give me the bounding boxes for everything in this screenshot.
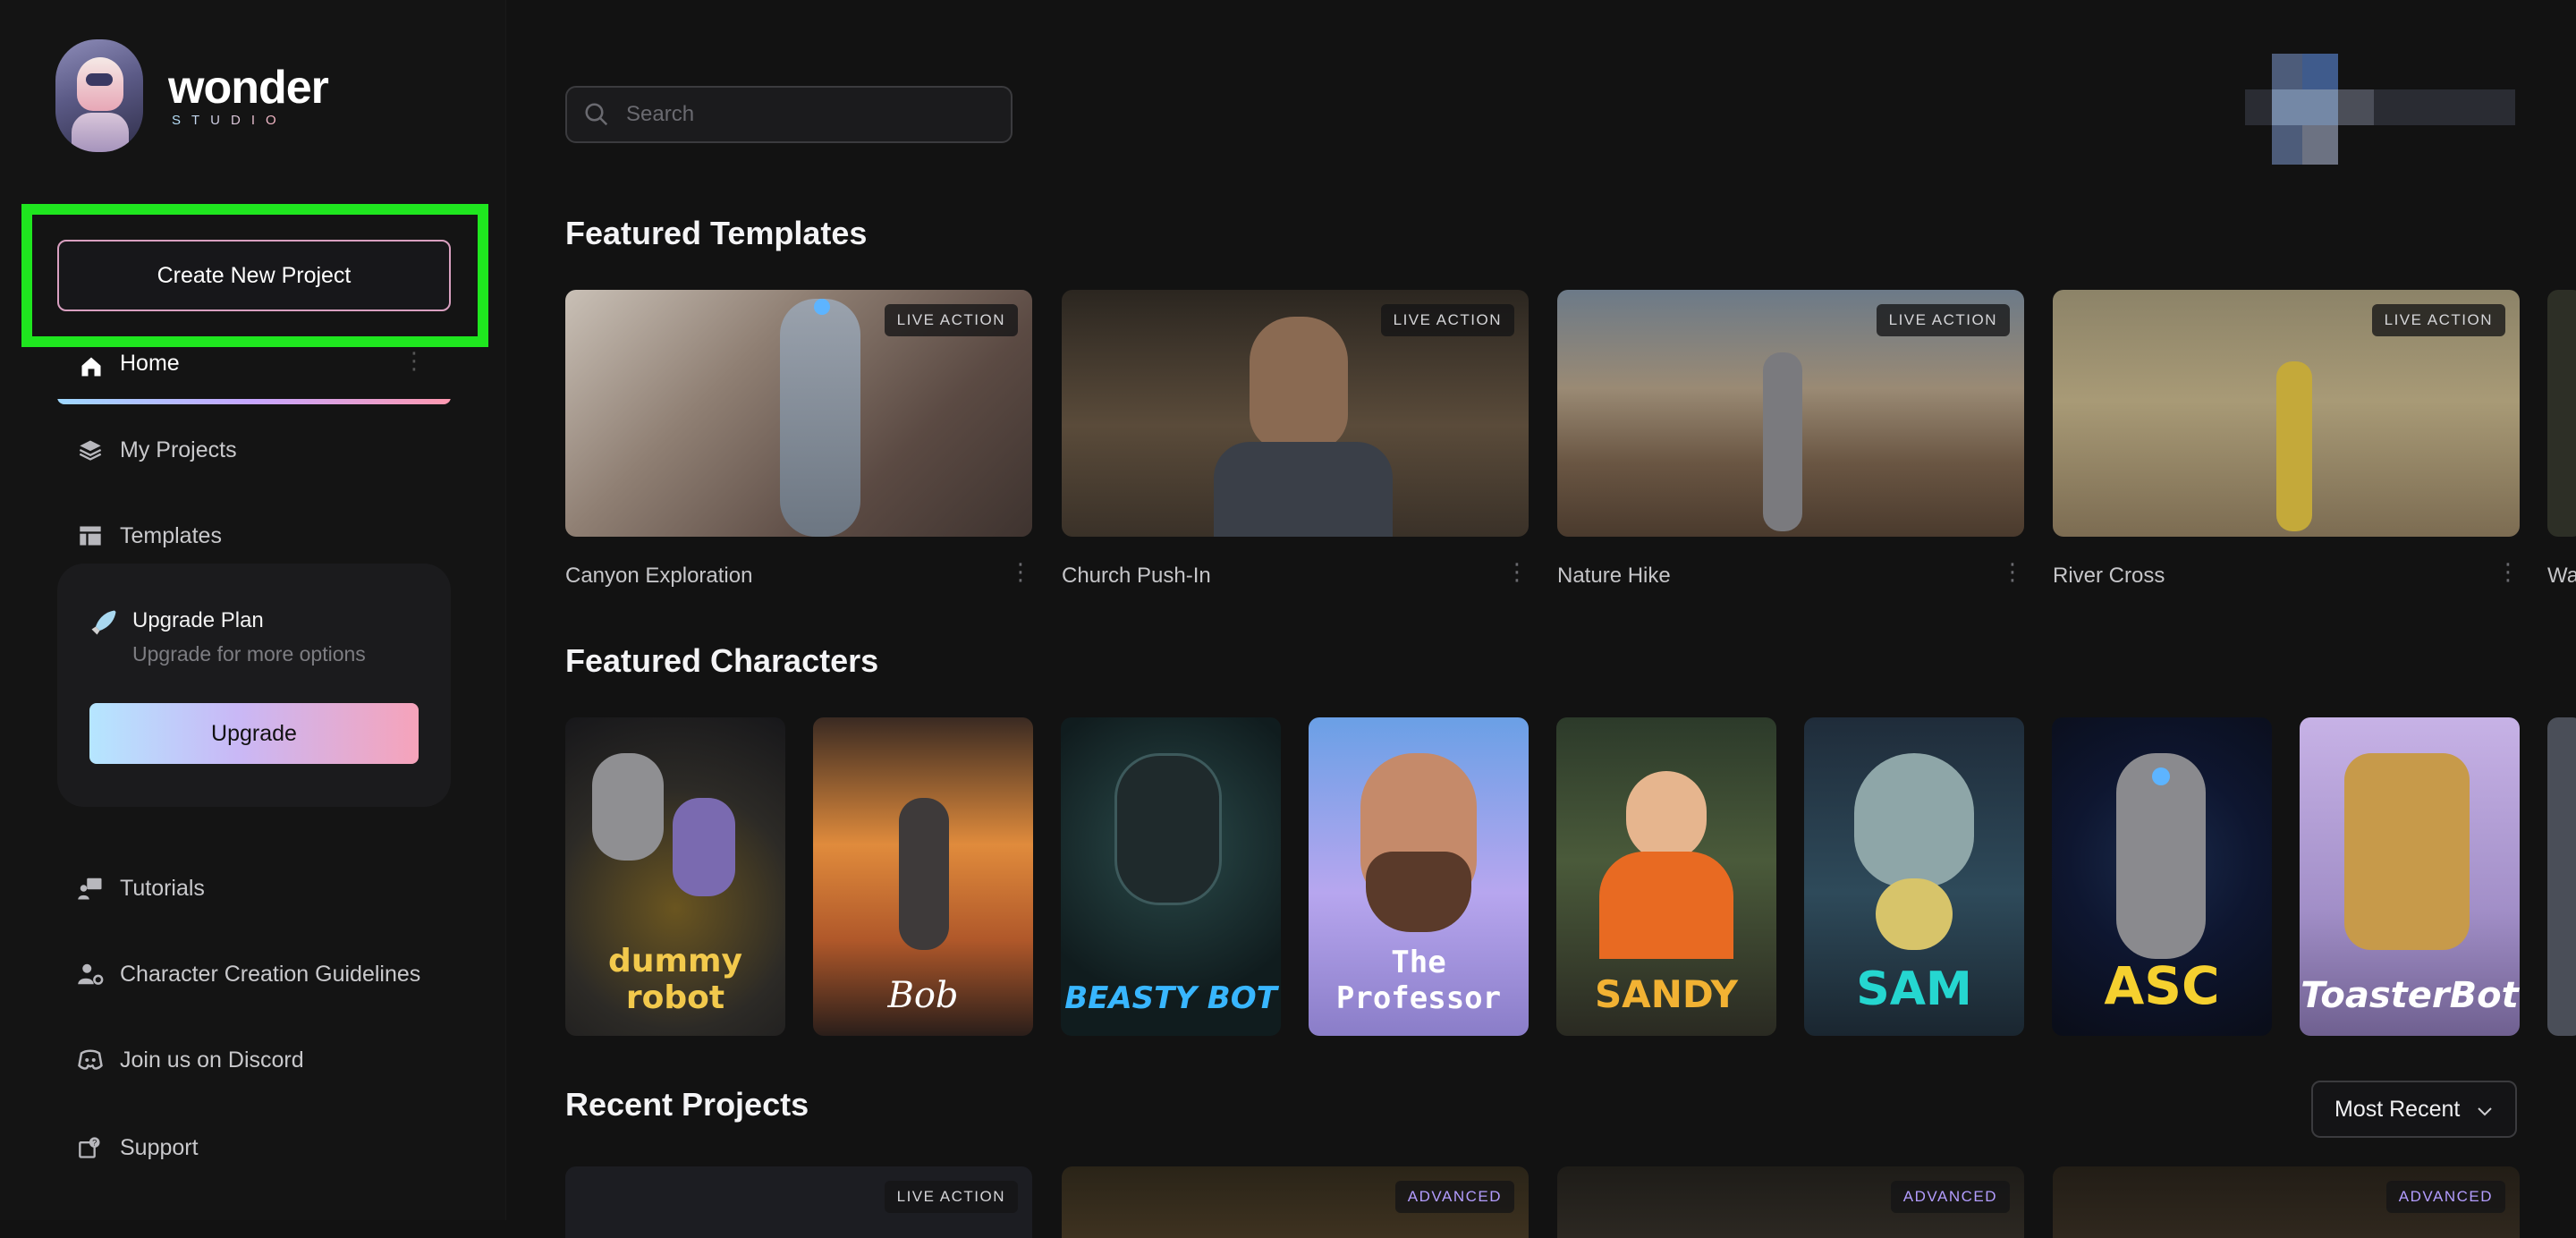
featured-characters-title: Featured Characters: [565, 642, 879, 679]
character-card[interactable]: [2547, 717, 2576, 1036]
character-card[interactable]: dummy robot: [565, 717, 785, 1036]
sidebar-link-discord[interactable]: Join us on Discord: [77, 1047, 304, 1073]
search-input[interactable]: [624, 101, 1000, 128]
user-gear-icon: [77, 961, 104, 988]
tutorial-icon: [77, 875, 104, 902]
character-label: Bob: [887, 975, 959, 1016]
sidebar: wonder STUDIO Create New Project Home ⋮ …: [0, 0, 506, 1220]
character-label: ToasterBot: [2301, 975, 2519, 1016]
recent-project-card[interactable]: ADVANCED: [1062, 1166, 1529, 1238]
character-label: SAM: [1856, 962, 1972, 1016]
templates-icon: [77, 522, 104, 549]
more-options-icon[interactable]: ⋮: [1505, 558, 1529, 586]
search-icon: [585, 103, 608, 126]
template-card[interactable]: LIVE ACTION: [1062, 290, 1529, 537]
create-new-project-button[interactable]: Create New Project: [57, 240, 451, 311]
sidebar-link-label: Tutorials: [120, 875, 205, 901]
brand-subtitle: STUDIO: [172, 112, 287, 128]
active-indicator: [57, 399, 451, 404]
template-name[interactable]: Church Push-In: [1062, 564, 1211, 589]
template-badge: LIVE ACTION: [1876, 304, 2010, 336]
more-options-icon[interactable]: ⋮: [1009, 558, 1032, 586]
avatar[interactable]: [2245, 54, 2515, 165]
template-name[interactable]: River Cross: [2053, 564, 2165, 589]
sidebar-link-guidelines[interactable]: Character Creation Guidelines: [77, 961, 420, 988]
template-name[interactable]: Canyon Exploration: [565, 564, 752, 589]
recent-projects-title: Recent Projects: [565, 1086, 809, 1123]
sidebar-item-label: Home: [120, 351, 180, 376]
project-badge: ADVANCED: [2385, 1181, 2505, 1213]
support-icon: ?: [77, 1134, 104, 1161]
character-card[interactable]: BEASTY BOT: [1061, 717, 1281, 1036]
template-card[interactable]: LIVE ACTION: [565, 290, 1032, 537]
rocket-icon: [91, 610, 116, 635]
character-card[interactable]: SANDY: [1556, 717, 1776, 1036]
sort-value: Most Recent: [2334, 1096, 2461, 1122]
character-card[interactable]: SAM: [1804, 717, 2024, 1036]
sidebar-item-label: My Projects: [120, 437, 237, 462]
project-badge: ADVANCED: [1394, 1181, 1514, 1213]
template-card[interactable]: [2547, 290, 2576, 537]
featured-templates-title: Featured Templates: [565, 215, 868, 251]
sidebar-link-label: Join us on Discord: [120, 1047, 304, 1073]
recent-project-card[interactable]: ADVANCED: [1557, 1166, 2024, 1238]
template-card[interactable]: LIVE ACTION: [1557, 290, 2024, 537]
sidebar-link-label: Character Creation Guidelines: [120, 961, 421, 987]
character-label: SANDY: [1594, 972, 1739, 1016]
discord-icon: [77, 1047, 104, 1073]
logo-icon: [55, 39, 143, 152]
template-name[interactable]: Wa: [2547, 564, 2576, 589]
character-label: dummy robot: [608, 943, 742, 1016]
character-card[interactable]: ToasterBot: [2300, 717, 2520, 1036]
sidebar-link-tutorials[interactable]: Tutorials: [77, 875, 205, 902]
search-bar[interactable]: [565, 86, 1013, 143]
home-icon: [81, 357, 101, 377]
brand-name: wonder: [168, 61, 329, 114]
more-options-icon[interactable]: ⋮: [2001, 558, 2024, 586]
more-options-icon[interactable]: ⋮: [2496, 558, 2520, 586]
chevron-down-icon: [2478, 1107, 2492, 1116]
svg-text:?: ?: [92, 1139, 97, 1148]
sidebar-item-templates[interactable]: Templates: [77, 522, 222, 549]
template-badge: LIVE ACTION: [2371, 304, 2505, 336]
template-name[interactable]: Nature Hike: [1557, 564, 1671, 589]
sort-dropdown[interactable]: Most Recent: [2311, 1081, 2517, 1138]
sidebar-item-label: Templates: [120, 522, 222, 548]
recent-project-card[interactable]: ADVANCED: [2053, 1166, 2520, 1238]
character-label: ASC: [2104, 955, 2220, 1016]
template-badge: LIVE ACTION: [884, 304, 1018, 336]
layers-icon: [77, 437, 104, 463]
character-card[interactable]: Bob: [813, 717, 1033, 1036]
upgrade-button[interactable]: Upgrade: [89, 703, 419, 764]
template-badge: LIVE ACTION: [1380, 304, 1514, 336]
template-card[interactable]: LIVE ACTION: [2053, 290, 2520, 537]
sidebar-link-label: Support: [120, 1134, 199, 1160]
upgrade-title: Upgrade Plan: [132, 608, 264, 632]
project-badge: ADVANCED: [1890, 1181, 2010, 1213]
character-label: BEASTY BOT: [1064, 980, 1277, 1016]
project-badge: LIVE ACTION: [884, 1181, 1018, 1213]
brand-logo[interactable]: wonder STUDIO: [55, 39, 329, 152]
upgrade-subtitle: Upgrade for more options: [132, 642, 366, 666]
more-options-icon[interactable]: ⋮: [402, 349, 426, 372]
sidebar-item-home[interactable]: Home ⋮: [57, 340, 451, 404]
sidebar-link-support[interactable]: ? Support: [77, 1134, 199, 1161]
character-label: The Professor: [1335, 945, 1502, 1016]
upgrade-plan-card: Upgrade Plan Upgrade for more options Up…: [57, 564, 451, 807]
recent-project-card[interactable]: LIVE ACTION: [565, 1166, 1032, 1238]
sidebar-item-my-projects[interactable]: My Projects: [77, 437, 237, 463]
character-card[interactable]: ASC: [2052, 717, 2272, 1036]
character-card[interactable]: The Professor: [1309, 717, 1529, 1036]
